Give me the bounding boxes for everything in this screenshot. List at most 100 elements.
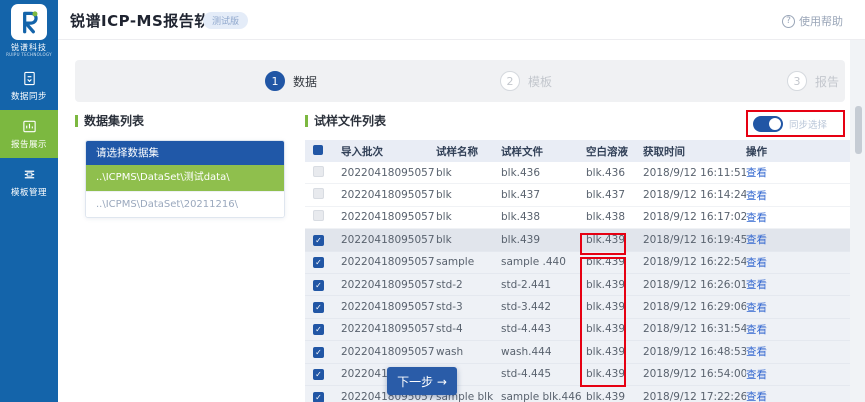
- step-report[interactable]: 3 报告: [787, 71, 839, 91]
- cell-acquire-time: 2018/9/12 16:19:45: [643, 234, 746, 246]
- cell-blank-solution: blk.439: [586, 301, 643, 313]
- cell-acquire-time: 2018/9/12 16:22:54: [643, 256, 746, 268]
- sync-toggle-label: 同步选择: [789, 117, 827, 131]
- cell-acquire-time: 2018/9/12 16:54:00: [643, 368, 746, 380]
- sidebar-item-label: 数据同步: [11, 90, 47, 102]
- cell-blank-solution: blk.439: [586, 279, 643, 291]
- scrollbar-thumb[interactable]: [855, 106, 862, 154]
- dataset-select-box: 请选择数据集 ..\ICPMS\DataSet\测试data\ ..\ICPMS…: [85, 140, 285, 218]
- row-checkbox[interactable]: ✓: [313, 302, 324, 313]
- dataset-item-selected[interactable]: ..\ICPMS\DataSet\测试data\: [86, 165, 284, 191]
- step-template[interactable]: 2 模板: [500, 71, 552, 91]
- cell-acquire-time: 2018/9/12 16:14:24: [643, 189, 746, 201]
- row-checkbox-cell: [313, 166, 341, 180]
- row-checkbox[interactable]: ✓: [313, 392, 324, 402]
- cell-blank-solution: blk.439: [586, 368, 643, 380]
- sidebar-item-label: 模板管理: [11, 186, 47, 198]
- sync-toggle-wrap: 同步选择: [753, 116, 827, 132]
- table-row: 20220418095057blkblk.436blk.4362018/9/12…: [305, 162, 850, 184]
- row-checkbox-cell: ✓: [313, 391, 341, 402]
- cell-import-batch: 20220418095057: [341, 323, 436, 335]
- cell-import-batch: 20220418095057: [341, 346, 436, 358]
- step-number: 3: [787, 71, 807, 91]
- cell-acquire-time: 2018/9/12 16:48:53: [643, 346, 746, 358]
- cell-blank-solution: blk.439: [586, 391, 643, 402]
- row-checkbox[interactable]: ✓: [313, 257, 324, 268]
- view-link[interactable]: 查看: [746, 165, 842, 180]
- report-display-icon: [22, 119, 37, 134]
- table-row: 20220418095057blkblk.437blk.4372018/9/12…: [305, 184, 850, 206]
- view-link[interactable]: 查看: [746, 322, 842, 337]
- file-table-body: 20220418095057blkblk.436blk.4362018/9/12…: [305, 162, 850, 402]
- row-checkbox[interactable]: ✓: [313, 235, 324, 246]
- view-link[interactable]: 查看: [746, 300, 842, 315]
- dataset-select-header: 请选择数据集: [86, 141, 284, 165]
- step-number: 1: [265, 71, 285, 91]
- col-blank-solution: 空白溶液: [586, 144, 643, 159]
- cell-sample-file: std-3.442: [501, 301, 586, 313]
- header-bar: 锐谱ICP-MS报告软件 测试版 ? 使用帮助: [58, 0, 865, 40]
- row-checkbox-cell: [313, 188, 341, 202]
- help-label: 使用帮助: [799, 13, 843, 29]
- template-manage-icon: [22, 167, 37, 182]
- cell-import-batch: 20220418095057: [341, 234, 436, 246]
- view-link[interactable]: 查看: [746, 344, 842, 359]
- dataset-item[interactable]: ..\ICPMS\DataSet\20211216\: [86, 191, 284, 217]
- sync-toggle[interactable]: [753, 116, 783, 132]
- table-row: ✓20220418095057washwash.444blk.4392018/9…: [305, 341, 850, 363]
- cell-sample-file: std-4.443: [501, 323, 586, 335]
- app-window: 锐谱科技 RUIPU TECHNOLOGY 数据同步 报告展示 模板管理 锐谱I…: [0, 0, 865, 402]
- col-sample-name: 试样名称: [436, 144, 501, 159]
- sidebar-item-report-display[interactable]: 报告展示: [0, 110, 58, 158]
- cell-sample-name: std-2: [436, 279, 501, 291]
- view-link[interactable]: 查看: [746, 255, 842, 270]
- logo-r-icon: [16, 9, 42, 35]
- col-acquire-time: 获取时间: [643, 144, 746, 159]
- step-label: 数据: [293, 73, 317, 90]
- cell-import-batch: 20220418095057: [341, 256, 436, 268]
- cell-acquire-time: 2018/9/12 16:17:02: [643, 211, 746, 223]
- cell-sample-file: std-2.441: [501, 279, 586, 291]
- step-data[interactable]: 1 数据: [265, 71, 317, 91]
- help-link[interactable]: ? 使用帮助: [782, 13, 843, 29]
- view-link[interactable]: 查看: [746, 277, 842, 292]
- sidebar-item-data-sync[interactable]: 数据同步: [0, 62, 58, 110]
- cell-blank-solution: blk.439: [586, 234, 643, 246]
- col-sample-file: 试样文件: [501, 144, 586, 159]
- page-title: 锐谱ICP-MS报告软件: [70, 10, 225, 31]
- step-label: 模板: [528, 73, 552, 90]
- cell-sample-name: wash: [436, 346, 501, 358]
- row-checkbox[interactable]: ✓: [313, 347, 324, 358]
- select-all-checkbox[interactable]: [313, 145, 323, 155]
- view-link[interactable]: 查看: [746, 367, 842, 382]
- view-link[interactable]: 查看: [746, 210, 842, 225]
- cell-sample-file: std-4.445: [501, 368, 586, 380]
- step-label: 报告: [815, 73, 839, 90]
- row-checkbox[interactable]: [313, 188, 324, 199]
- row-checkbox[interactable]: [313, 166, 324, 177]
- view-link[interactable]: 查看: [746, 232, 842, 247]
- sample-file-table: 导入批次 试样名称 试样文件 空白溶液 获取时间 操作 202204180950…: [305, 140, 850, 402]
- row-checkbox[interactable]: ✓: [313, 369, 324, 380]
- cell-blank-solution: blk.439: [586, 323, 643, 335]
- sidebar-item-template-manage[interactable]: 模板管理: [0, 158, 58, 206]
- toggle-knob: [769, 118, 781, 130]
- row-checkbox[interactable]: ✓: [313, 280, 324, 291]
- cell-sample-file: sample .440: [501, 256, 586, 268]
- table-row: ✓20220418095057std-3std-3.442blk.4392018…: [305, 296, 850, 318]
- row-checkbox[interactable]: [313, 210, 324, 221]
- help-question-icon: ?: [782, 15, 795, 28]
- view-link[interactable]: 查看: [746, 188, 842, 203]
- table-row: ✓20220418095057std-4std-4.443blk.4392018…: [305, 319, 850, 341]
- view-link[interactable]: 查看: [746, 389, 842, 402]
- row-checkbox-cell: ✓: [313, 234, 341, 246]
- title-accent-bar: [75, 115, 78, 127]
- cell-import-batch: 20220418095057: [341, 301, 436, 313]
- stepper: 1 数据 2 模板 3 报告: [75, 60, 845, 102]
- row-checkbox[interactable]: ✓: [313, 324, 324, 335]
- row-checkbox-cell: ✓: [313, 301, 341, 313]
- row-checkbox-cell: ✓: [313, 256, 341, 268]
- cell-blank-solution: blk.439: [586, 346, 643, 358]
- table-header-row: 导入批次 试样名称 试样文件 空白溶液 获取时间 操作: [305, 140, 850, 162]
- next-step-button[interactable]: 下一步 →: [387, 367, 457, 395]
